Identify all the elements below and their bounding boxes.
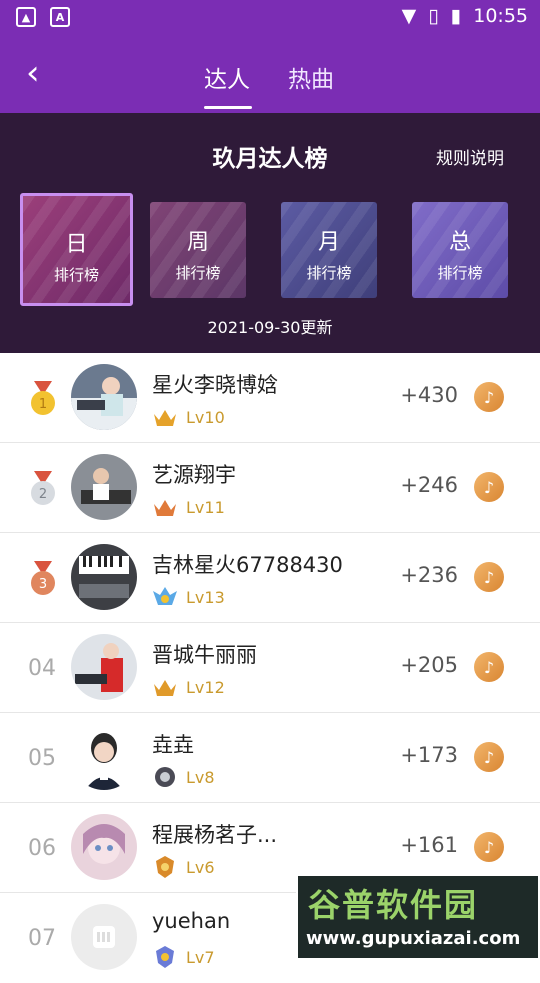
watermark-url: www.gupuxiazai.com bbox=[306, 928, 521, 949]
crown-icon bbox=[152, 675, 178, 699]
card-label: 日 bbox=[65, 232, 88, 257]
score: +246 bbox=[400, 473, 458, 497]
shield-badge-icon bbox=[152, 765, 178, 789]
avatar[interactable] bbox=[71, 814, 137, 880]
user-name: 吉林星火67788430 bbox=[152, 553, 343, 577]
avatar[interactable] bbox=[71, 724, 137, 790]
daily-ranking-card[interactable]: 日 排行榜 bbox=[20, 193, 133, 306]
list-item[interactable]: 3 吉林星火67788430 Lv13 +236 ♪ bbox=[0, 533, 540, 623]
level-badge: Lv11 bbox=[152, 495, 225, 519]
total-ranking-card[interactable]: 总 排行榜 bbox=[412, 202, 508, 298]
medal-label: 3 bbox=[39, 577, 47, 592]
music-note-icon: ♪ bbox=[474, 742, 504, 772]
level-badge: Lv10 bbox=[152, 405, 225, 429]
music-note-icon: ♪ bbox=[474, 472, 504, 502]
tab-experts[interactable]: 达人 bbox=[204, 60, 250, 94]
ranking-banner: 玖月达人榜 规则说明 日 排行榜 周 排行榜 月 排行榜 总 排行榜 2021-… bbox=[0, 113, 540, 353]
medal-label: 2 bbox=[39, 487, 47, 502]
music-note-icon: ♪ bbox=[474, 562, 504, 592]
level-badge: Lv7 bbox=[152, 945, 215, 969]
top-nav: ‹ 达人 热曲 bbox=[0, 36, 540, 113]
level-text: Lv13 bbox=[186, 587, 225, 607]
level-text: Lv8 bbox=[186, 767, 215, 787]
monthly-ranking-card[interactable]: 月 排行榜 bbox=[281, 202, 377, 298]
list-item[interactable]: 05 垚垚 Lv8 +173 ♪ bbox=[0, 713, 540, 803]
no-sim-icon: ▯ bbox=[428, 5, 439, 27]
status-bar: ▲ A ▼ ▯ ▮ 10:55 bbox=[0, 0, 540, 36]
image-notification-icon: ▲ bbox=[16, 7, 36, 27]
user-name: yuehan bbox=[152, 909, 231, 933]
card-label: 月 bbox=[317, 230, 340, 255]
level-text: Lv6 bbox=[186, 857, 215, 877]
clock: 10:55 bbox=[473, 5, 528, 27]
battery-charging-icon: ▮ bbox=[450, 5, 462, 27]
level-text: Lv11 bbox=[186, 497, 225, 517]
level-text: Lv12 bbox=[186, 677, 225, 697]
card-label: 周 bbox=[186, 230, 209, 255]
level-badge: Lv8 bbox=[152, 765, 215, 789]
weekly-ranking-card[interactable]: 周 排行榜 bbox=[150, 202, 246, 298]
avatar[interactable] bbox=[71, 634, 137, 700]
tab-hot-songs[interactable]: 热曲 bbox=[288, 60, 334, 94]
level-badge: Lv13 bbox=[152, 585, 225, 609]
rules-link[interactable]: 规则说明 bbox=[436, 144, 504, 169]
score: +173 bbox=[400, 743, 458, 767]
app-notification-icon: A bbox=[50, 7, 70, 27]
level-text: Lv7 bbox=[186, 947, 215, 967]
avatar[interactable] bbox=[71, 544, 137, 610]
winged-badge-icon bbox=[152, 585, 178, 609]
score: +205 bbox=[400, 653, 458, 677]
level-badge: Lv12 bbox=[152, 675, 225, 699]
music-note-icon: ♪ bbox=[474, 832, 504, 862]
music-note-icon: ♪ bbox=[474, 382, 504, 412]
silver-medal-icon: 2 bbox=[31, 471, 55, 505]
shield-badge-icon bbox=[152, 855, 178, 879]
music-note-icon: ♪ bbox=[474, 652, 504, 682]
updated-timestamp: 2021-09-30更新 bbox=[207, 318, 333, 337]
watermark-title: 谷普软件园 bbox=[308, 886, 479, 924]
medal-label: 1 bbox=[39, 397, 47, 412]
gold-medal-icon: 1 bbox=[31, 381, 55, 415]
rank-number: 07 bbox=[28, 926, 56, 951]
active-tab-indicator bbox=[204, 106, 252, 109]
shield-badge-icon bbox=[152, 945, 178, 969]
list-item[interactable]: 1 星火李晓博娢 Lv10 +430 ♪ bbox=[0, 353, 540, 443]
user-name: 程展杨茗子... bbox=[152, 823, 278, 847]
wifi-icon: ▼ bbox=[401, 5, 417, 27]
level-badge: Lv6 bbox=[152, 855, 215, 879]
user-name: 艺源翔宇 bbox=[152, 463, 236, 487]
card-label: 总 bbox=[448, 230, 471, 255]
avatar[interactable] bbox=[71, 904, 137, 970]
score: +161 bbox=[400, 833, 458, 857]
crown-icon bbox=[152, 405, 178, 429]
rank-number: 06 bbox=[28, 836, 56, 861]
rank-number: 05 bbox=[28, 746, 56, 771]
avatar[interactable] bbox=[71, 454, 137, 520]
card-sublabel: 排行榜 bbox=[53, 266, 99, 284]
score: +236 bbox=[400, 563, 458, 587]
user-name: 晋城牛丽丽 bbox=[152, 643, 257, 667]
user-name: 垚垚 bbox=[152, 733, 194, 757]
avatar[interactable] bbox=[71, 364, 137, 430]
back-icon[interactable]: ‹ bbox=[26, 56, 56, 92]
watermark-logo: 谷普软件园 www.gupuxiazai.com bbox=[296, 874, 540, 960]
level-text: Lv10 bbox=[186, 407, 225, 427]
bronze-medal-icon: 3 bbox=[31, 561, 55, 595]
crown-icon bbox=[152, 495, 178, 519]
card-sublabel: 排行榜 bbox=[437, 264, 483, 282]
rank-number: 04 bbox=[28, 656, 56, 681]
card-sublabel: 排行榜 bbox=[306, 264, 352, 282]
list-item[interactable]: 2 艺源翔宇 Lv11 +246 ♪ bbox=[0, 443, 540, 533]
card-sublabel: 排行榜 bbox=[175, 264, 221, 282]
list-item[interactable]: 04 晋城牛丽丽 Lv12 +205 ♪ bbox=[0, 623, 540, 713]
score: +430 bbox=[400, 383, 458, 407]
user-name: 星火李晓博娢 bbox=[152, 373, 278, 397]
